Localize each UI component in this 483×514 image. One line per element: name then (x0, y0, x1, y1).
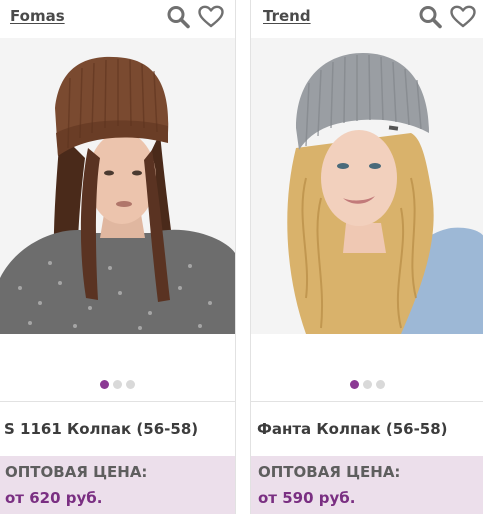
carousel-dot-3[interactable] (376, 380, 385, 389)
product-photo-woman-brown-hat (0, 38, 235, 334)
heart-icon[interactable] (450, 5, 476, 29)
card-header: Trend (251, 0, 483, 38)
divider (251, 401, 483, 402)
heart-icon[interactable] (198, 5, 224, 29)
price-label: ОПТОВАЯ ЦЕНА: (258, 463, 401, 481)
carousel-dot-2[interactable] (113, 380, 122, 389)
carousel-dot-1[interactable] (100, 380, 109, 389)
brand-link[interactable]: Fomas (10, 7, 65, 25)
price-value: от 620 руб. (5, 489, 103, 507)
carousel-dot-2[interactable] (363, 380, 372, 389)
carousel-dot-1[interactable] (350, 380, 359, 389)
price-value: от 590 руб. (258, 489, 356, 507)
search-icon[interactable] (166, 5, 192, 29)
search-icon[interactable] (418, 5, 444, 29)
brand-link[interactable]: Trend (263, 7, 311, 25)
product-title[interactable]: S 1161 Колпак (56-58) (4, 420, 198, 438)
product-photo-woman-grey-hat (251, 38, 483, 334)
price-box: ОПТОВАЯ ЦЕНА: от 590 руб. (251, 456, 483, 514)
price-label: ОПТОВАЯ ЦЕНА: (5, 463, 148, 481)
card-gap (236, 0, 250, 514)
carousel-dots (251, 380, 483, 392)
product-card-2[interactable]: Trend Фанта Колпак (56-58) ОПТОВАЯ ЦЕНА:… (250, 0, 483, 514)
carousel-dots (0, 380, 235, 392)
price-box: ОПТОВАЯ ЦЕНА: от 620 руб. (0, 456, 235, 514)
card-header: Fomas (0, 0, 235, 38)
product-title[interactable]: Фанта Колпак (56-58) (257, 420, 448, 438)
divider (0, 401, 235, 402)
carousel-dot-3[interactable] (126, 380, 135, 389)
product-card-1[interactable]: Fomas S 1161 Колпак (56-58) ОПТОВАЯ ЦЕНА… (0, 0, 236, 514)
product-image[interactable] (251, 38, 483, 334)
product-image[interactable] (0, 38, 235, 334)
